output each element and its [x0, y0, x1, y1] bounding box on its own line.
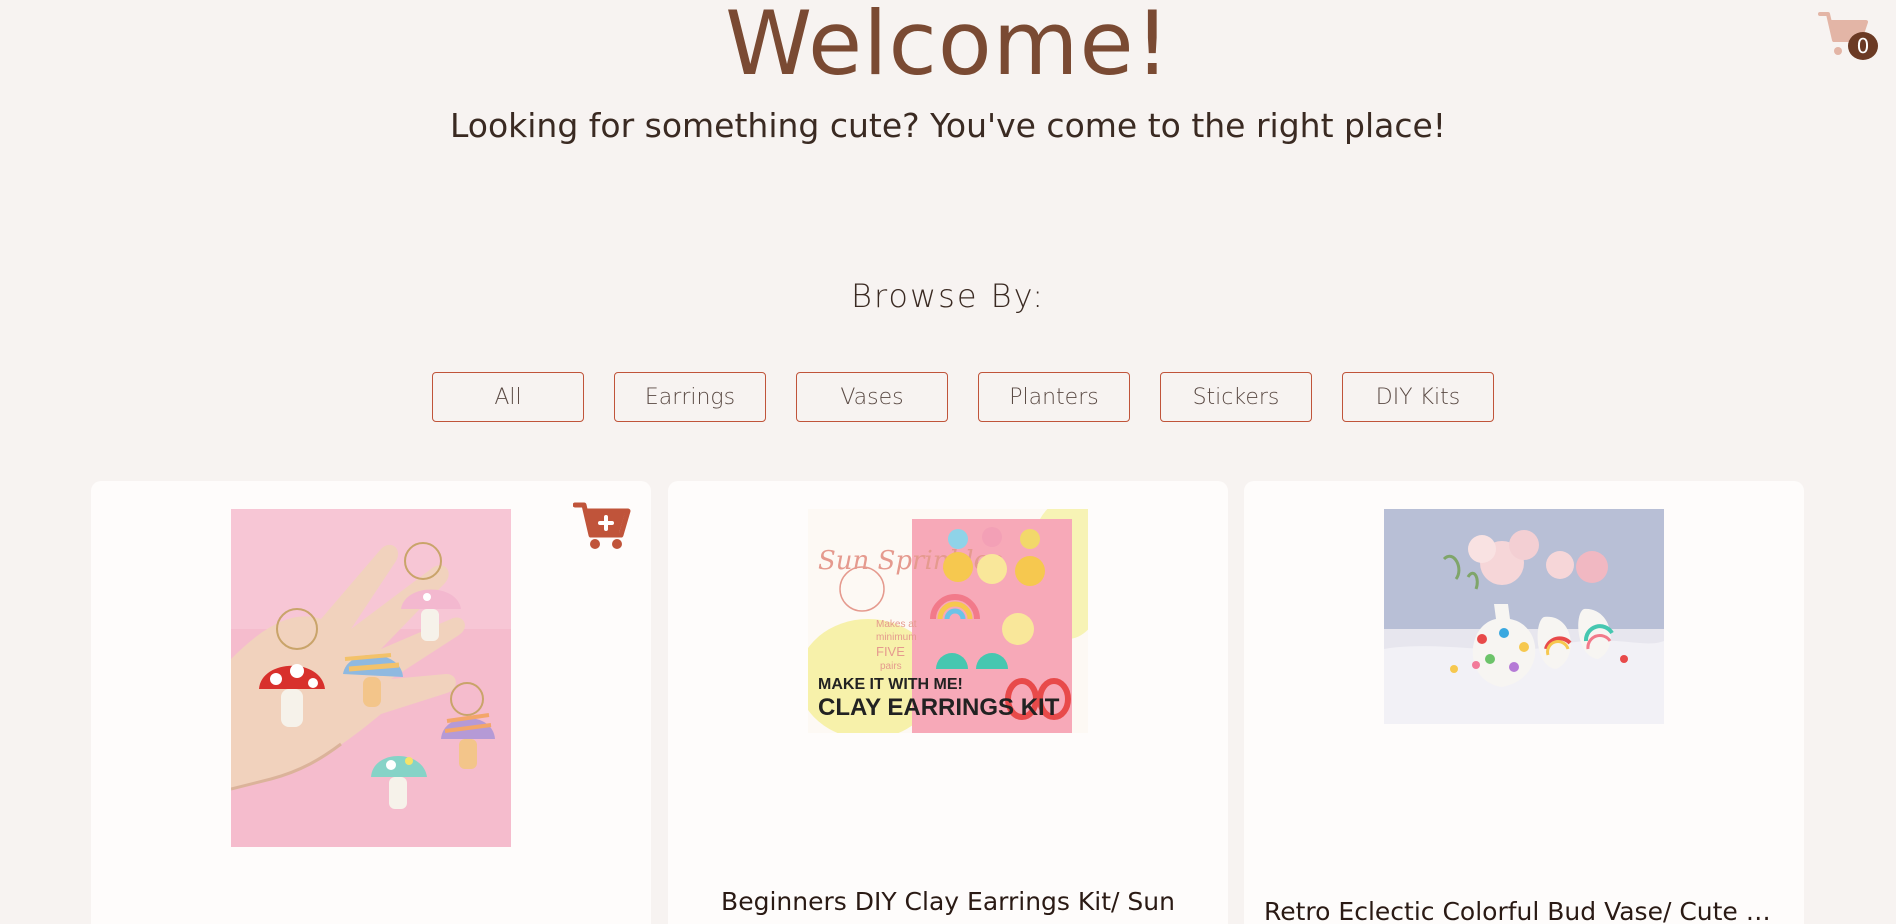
cart-plus-icon — [572, 502, 633, 555]
kit-note-text: FIVE — [876, 644, 905, 659]
filter-all-button[interactable]: All — [432, 372, 584, 422]
product-title[interactable]: Beginners DIY Clay Earrings Kit/ Sun — [688, 885, 1208, 919]
kit-headline-text: CLAY EARRINGS KIT — [818, 694, 1060, 721]
page-subtitle: Looking for something cute? You've come … — [449, 106, 1447, 145]
cart-count-badge: 0 — [1848, 32, 1878, 60]
bud-vase-photo[interactable] — [1384, 509, 1664, 724]
cart-button[interactable]: 0 — [1818, 10, 1878, 60]
add-to-cart-button[interactable] — [572, 499, 633, 551]
kit-note-text: minimum — [876, 632, 917, 643]
kit-brand-text: Sun Sprinkles — [818, 546, 1002, 576]
product-card[interactable]: Retro Eclectic Colorful Bud Vase/ Cute C… — [1244, 481, 1804, 924]
page-title: Welcome! — [725, 0, 1171, 95]
filter-diy-kits-button[interactable]: DIY Kits — [1342, 372, 1494, 422]
mushroom-earrings-photo[interactable] — [231, 509, 511, 847]
kit-headline-text: MAKE IT WITH ME! — [818, 676, 963, 693]
kit-note-text: pairs — [880, 661, 902, 672]
filter-bar: All Earrings Vases Planters Stickers DIY… — [432, 372, 1494, 422]
product-card[interactable] — [91, 481, 651, 924]
kit-note-text: Makes at — [876, 619, 917, 630]
browse-by-label: Browse By: — [850, 277, 1046, 315]
page: Welcome! Looking for something cute? You… — [0, 0, 1896, 924]
filter-planters-button[interactable]: Planters — [978, 372, 1130, 422]
clay-earrings-kit-photo[interactable]: Sun Sprinkles Makes at minimum FIVE pair… — [808, 509, 1088, 733]
filter-vases-button[interactable]: Vases — [796, 372, 948, 422]
filter-earrings-button[interactable]: Earrings — [614, 372, 766, 422]
product-title[interactable]: Retro Eclectic Colorful Bud Vase/ Cute C… — [1264, 895, 1784, 924]
product-card[interactable]: Sun Sprinkles Makes at minimum FIVE pair… — [668, 481, 1228, 924]
filter-stickers-button[interactable]: Stickers — [1160, 372, 1312, 422]
